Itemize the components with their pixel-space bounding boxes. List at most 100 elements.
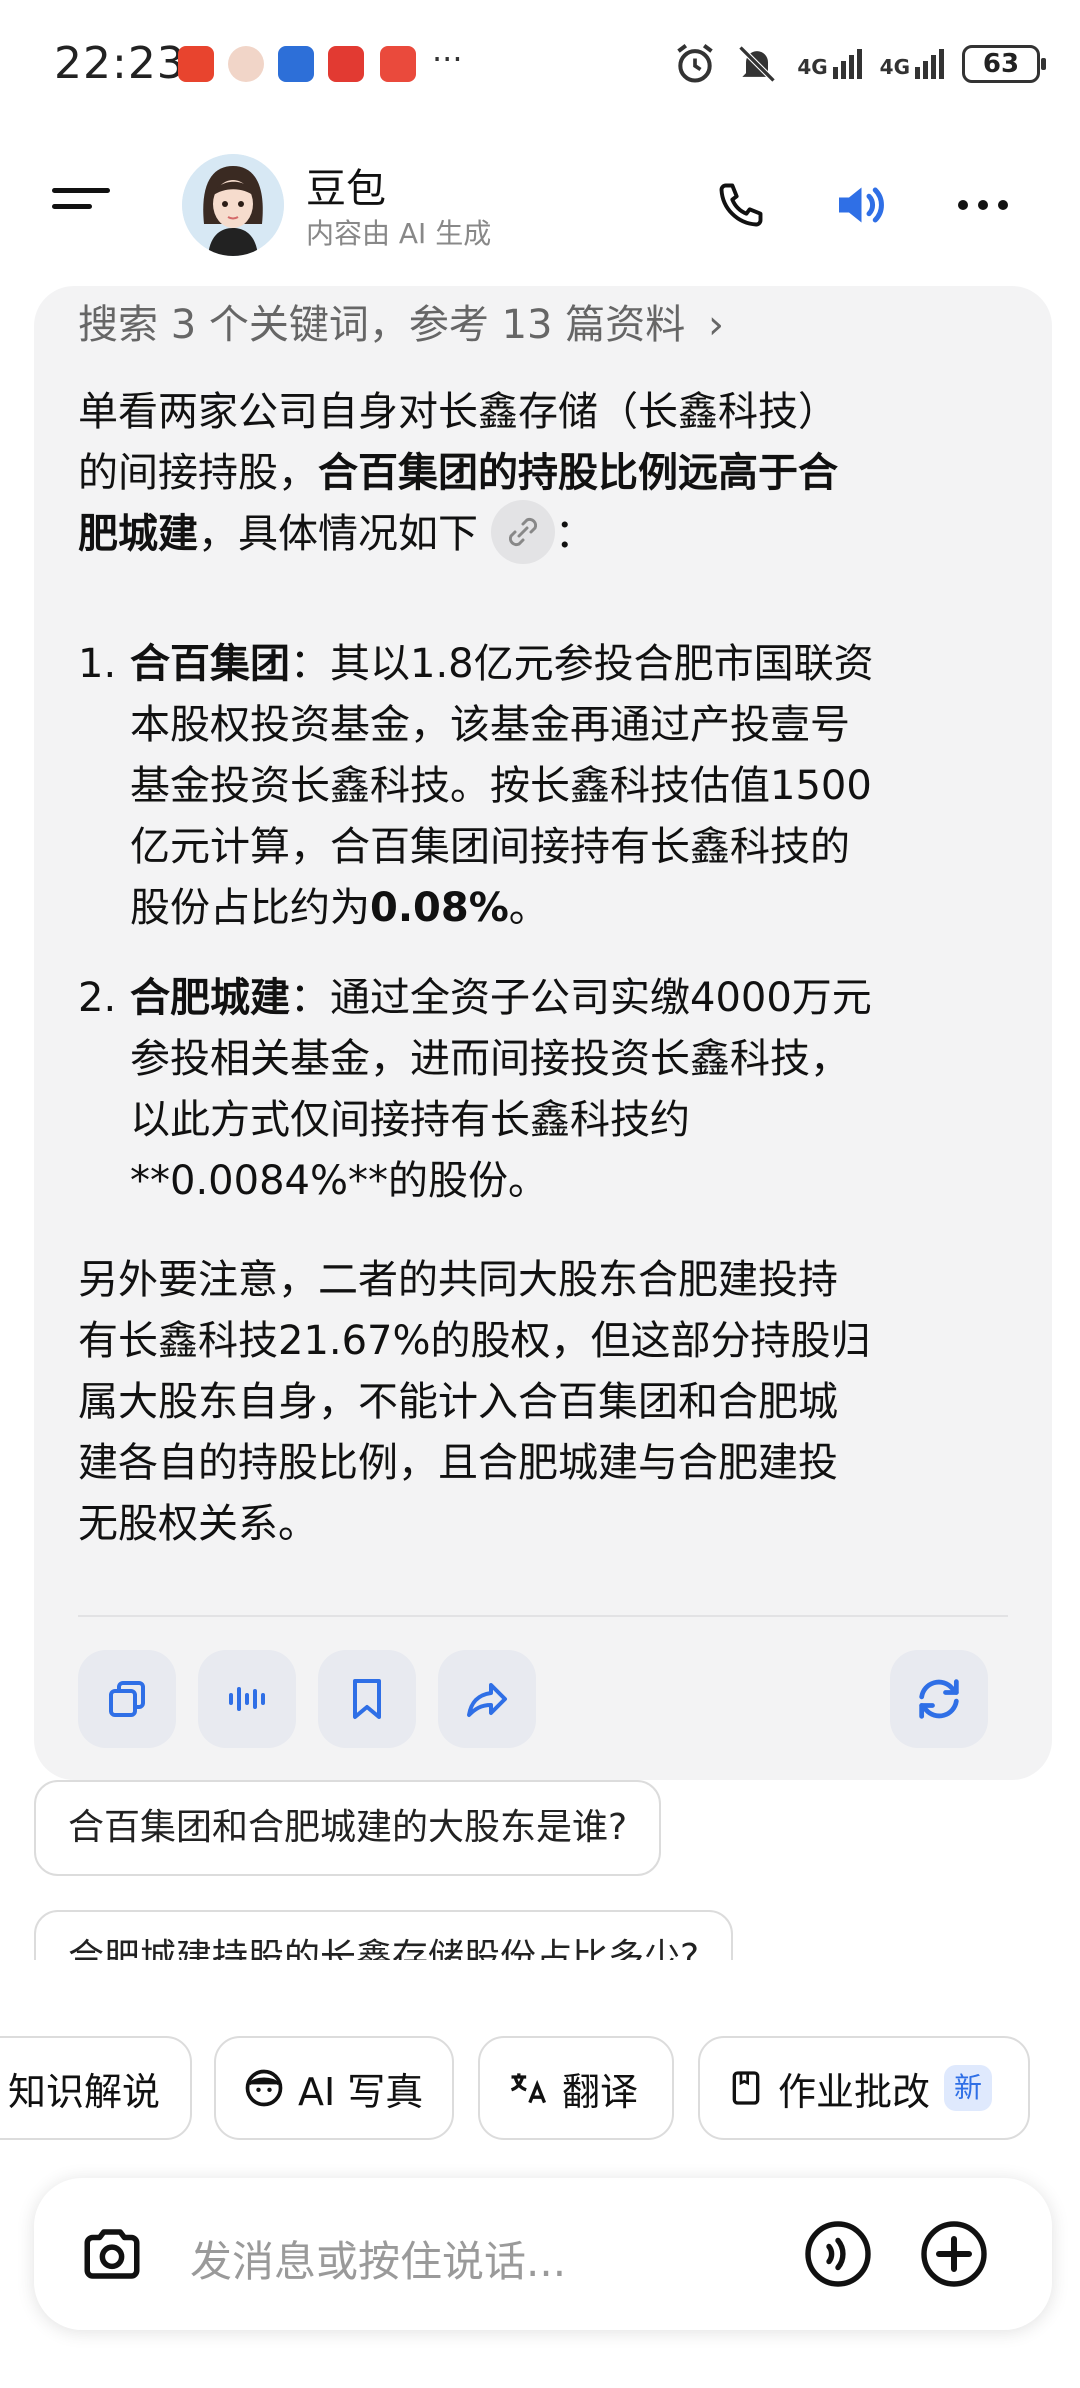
phone-call-button[interactable] [708, 172, 774, 238]
network-type-label: 4G [797, 55, 828, 79]
note-line: 建各自的持股比例，且合肥城建与合肥建投 [78, 1440, 838, 1486]
more-icon [958, 200, 1008, 210]
divider [78, 1615, 1008, 1617]
note-line: 有长鑫科技21.67%的股权，但这部分持股归 [78, 1318, 871, 1364]
list-item: 1. 合百集团：其以1.8亿元参投合肥市国联资 本股权投资基金，该基金再通过产投… [78, 634, 1018, 939]
bookmark-button[interactable] [318, 1650, 416, 1748]
tool-translate[interactable]: 翻译 [478, 2036, 674, 2140]
list-line: 以此方式仅间接持有长鑫科技约 [130, 1097, 690, 1143]
list-line: 股份占比约为0.08%。 [130, 878, 1018, 939]
plus-circle-icon [921, 2221, 987, 2287]
menu-button[interactable] [52, 188, 110, 222]
intro-bold: 肥城建 [78, 511, 198, 557]
list-bold: 0.08% [370, 885, 509, 931]
list-number: 2. [78, 975, 117, 1021]
intro-text: ： [554, 511, 595, 557]
tool-label: 翻译 [562, 2069, 639, 2114]
voice-wave-icon [805, 2221, 871, 2287]
intro-bold: 合百集团的持股比例远高于合 [318, 450, 838, 496]
tool-knowledge-explain[interactable]: 知识解说 [0, 2036, 192, 2140]
search-summary-text: 搜索 3 个关键词，参考 13 篇资料 [78, 302, 686, 348]
signal-4g-icon: 4G [880, 49, 944, 79]
list-line: 合百集团：其以1.8亿元参投合肥市国联资 [130, 634, 1018, 695]
link-icon [508, 517, 537, 547]
mute-icon [738, 45, 776, 83]
refresh-icon [919, 1679, 959, 1719]
copy-button[interactable] [78, 1650, 176, 1748]
signal-4g-icon: 4G [797, 49, 862, 79]
speaker-icon [839, 187, 884, 223]
note-paragraph: 另外要注意，二者的共同大股东合肥建投持 有长鑫科技21.67%的股权，但这部分持… [78, 1250, 871, 1555]
note-line: 属大股东自身，不能计入合百集团和合肥城 [78, 1379, 838, 1425]
copy-icon [109, 1681, 145, 1717]
note-line: 无股权关系。 [78, 1501, 318, 1547]
ai-generated-label: 内容由 AI 生成 [306, 217, 492, 250]
chevron-right-icon: › [707, 302, 724, 348]
list-line: 合肥城建：通过全资子公司实缴4000万元 [130, 968, 1018, 1029]
audio-wave-icon [229, 1687, 265, 1711]
intro-text: 的间接持股， [78, 450, 318, 496]
app-notification-icon [178, 46, 214, 82]
new-badge: 新 [944, 2065, 993, 2111]
add-button[interactable] [914, 2214, 994, 2294]
share-button[interactable] [438, 1650, 536, 1748]
intro-line: 单看两家公司自身对长鑫存储（长鑫科技） [78, 389, 838, 435]
message-input-bar: 发消息或按住说话... [34, 2178, 1052, 2330]
list-line: 亿元计算，合百集团间接持有长鑫科技的 [130, 824, 850, 870]
tool-ai-portrait[interactable]: AI 写真 [214, 2036, 454, 2140]
search-summary-link[interactable]: 搜索 3 个关键词，参考 13 篇资料 › [78, 292, 724, 350]
intro-line: 的间接持股，合百集团的持股比例远高于合 [78, 443, 838, 504]
intro-paragraph: 单看两家公司自身对长鑫存储（长鑫科技） 的间接持股，合百集团的持股比例远高于合 … [78, 382, 838, 568]
list-line: 参投相关基金，进而间接投资长鑫科技， [130, 1036, 850, 1082]
tool-bar: 知识解说 AI 写真 翻译 作业批改 新 [0, 2036, 1080, 2142]
share-icon [467, 1683, 507, 1717]
translate-icon [510, 2073, 547, 2104]
tool-label: 知识解说 [8, 2069, 161, 2114]
list-head: 合肥城建 [130, 975, 290, 1021]
phone-icon [719, 183, 763, 227]
status-time: 22:23 [54, 38, 186, 89]
camera-button[interactable] [72, 2214, 152, 2294]
intro-line: 肥城建，具体情况如下 ： [78, 500, 838, 568]
list-text: ：通过全资子公司实缴4000万元 [290, 975, 872, 1021]
list-text: ：其以1.8亿元参投合肥市国联资 [290, 641, 874, 687]
suggestion-clip: 合肥城建持股的长鑫存储股份占比多少? [0, 1910, 1080, 1960]
list-number: 1. [78, 641, 117, 687]
app-notification-icon [278, 46, 314, 82]
camera-icon [84, 2229, 140, 2279]
voice-playback-button[interactable] [826, 172, 892, 238]
avatar[interactable] [182, 154, 284, 256]
more-notifications-icon: ··· [432, 40, 463, 78]
note-line: 另外要注意，二者的共同大股东合肥建投持 [78, 1257, 838, 1303]
list-line: 基金投资长鑫科技。按长鑫科技估值1500 [130, 763, 872, 809]
alarm-icon [677, 44, 714, 83]
bot-name: 豆包 [306, 166, 386, 212]
status-bar: 22:23 ··· 4G 4G 63 [0, 0, 1080, 130]
app-notification-icon [328, 46, 364, 82]
intro-text: ，具体情况如下 [198, 511, 478, 557]
message-input[interactable]: 发消息或按住说话... [190, 2228, 566, 2289]
voice-call-button[interactable] [798, 2214, 878, 2294]
list-line: **0.0084%**的股份。 [130, 1158, 548, 1204]
list-text: 股份占比约为 [130, 885, 370, 931]
regenerate-button[interactable] [890, 1650, 988, 1748]
more-options-button[interactable] [950, 172, 1016, 238]
tool-label: AI 写真 [298, 2069, 424, 2114]
suggested-question[interactable]: 合肥城建持股的长鑫存储股份占比多少? [34, 1910, 734, 1960]
chat-header: 豆包 内容由 AI 生成 [0, 140, 1080, 270]
homework-icon [732, 2071, 760, 2105]
app-notification-icon [228, 46, 264, 82]
network-type-label: 4G [879, 55, 910, 79]
list-text: 。 [508, 885, 549, 931]
list-line: 本股权投资基金，该基金再通过产投壹号 [130, 702, 850, 748]
suggested-question[interactable]: 合百集团和合肥城建的大股东是谁? [34, 1780, 662, 1876]
list-head: 合百集团 [130, 641, 290, 687]
read-aloud-button[interactable] [198, 1650, 296, 1748]
tool-label: 作业批改 [778, 2069, 931, 2114]
bookmark-icon [353, 1679, 381, 1719]
reference-link-button[interactable] [490, 500, 555, 564]
app-notification-icon [380, 46, 416, 82]
list-item: 2. 合肥城建：通过全资子公司实缴4000万元 参投相关基金，进而间接投资长鑫科… [78, 968, 1018, 1212]
tool-homework-check[interactable]: 作业批改 新 [698, 2036, 1030, 2140]
battery-indicator: 63 [962, 45, 1046, 83]
